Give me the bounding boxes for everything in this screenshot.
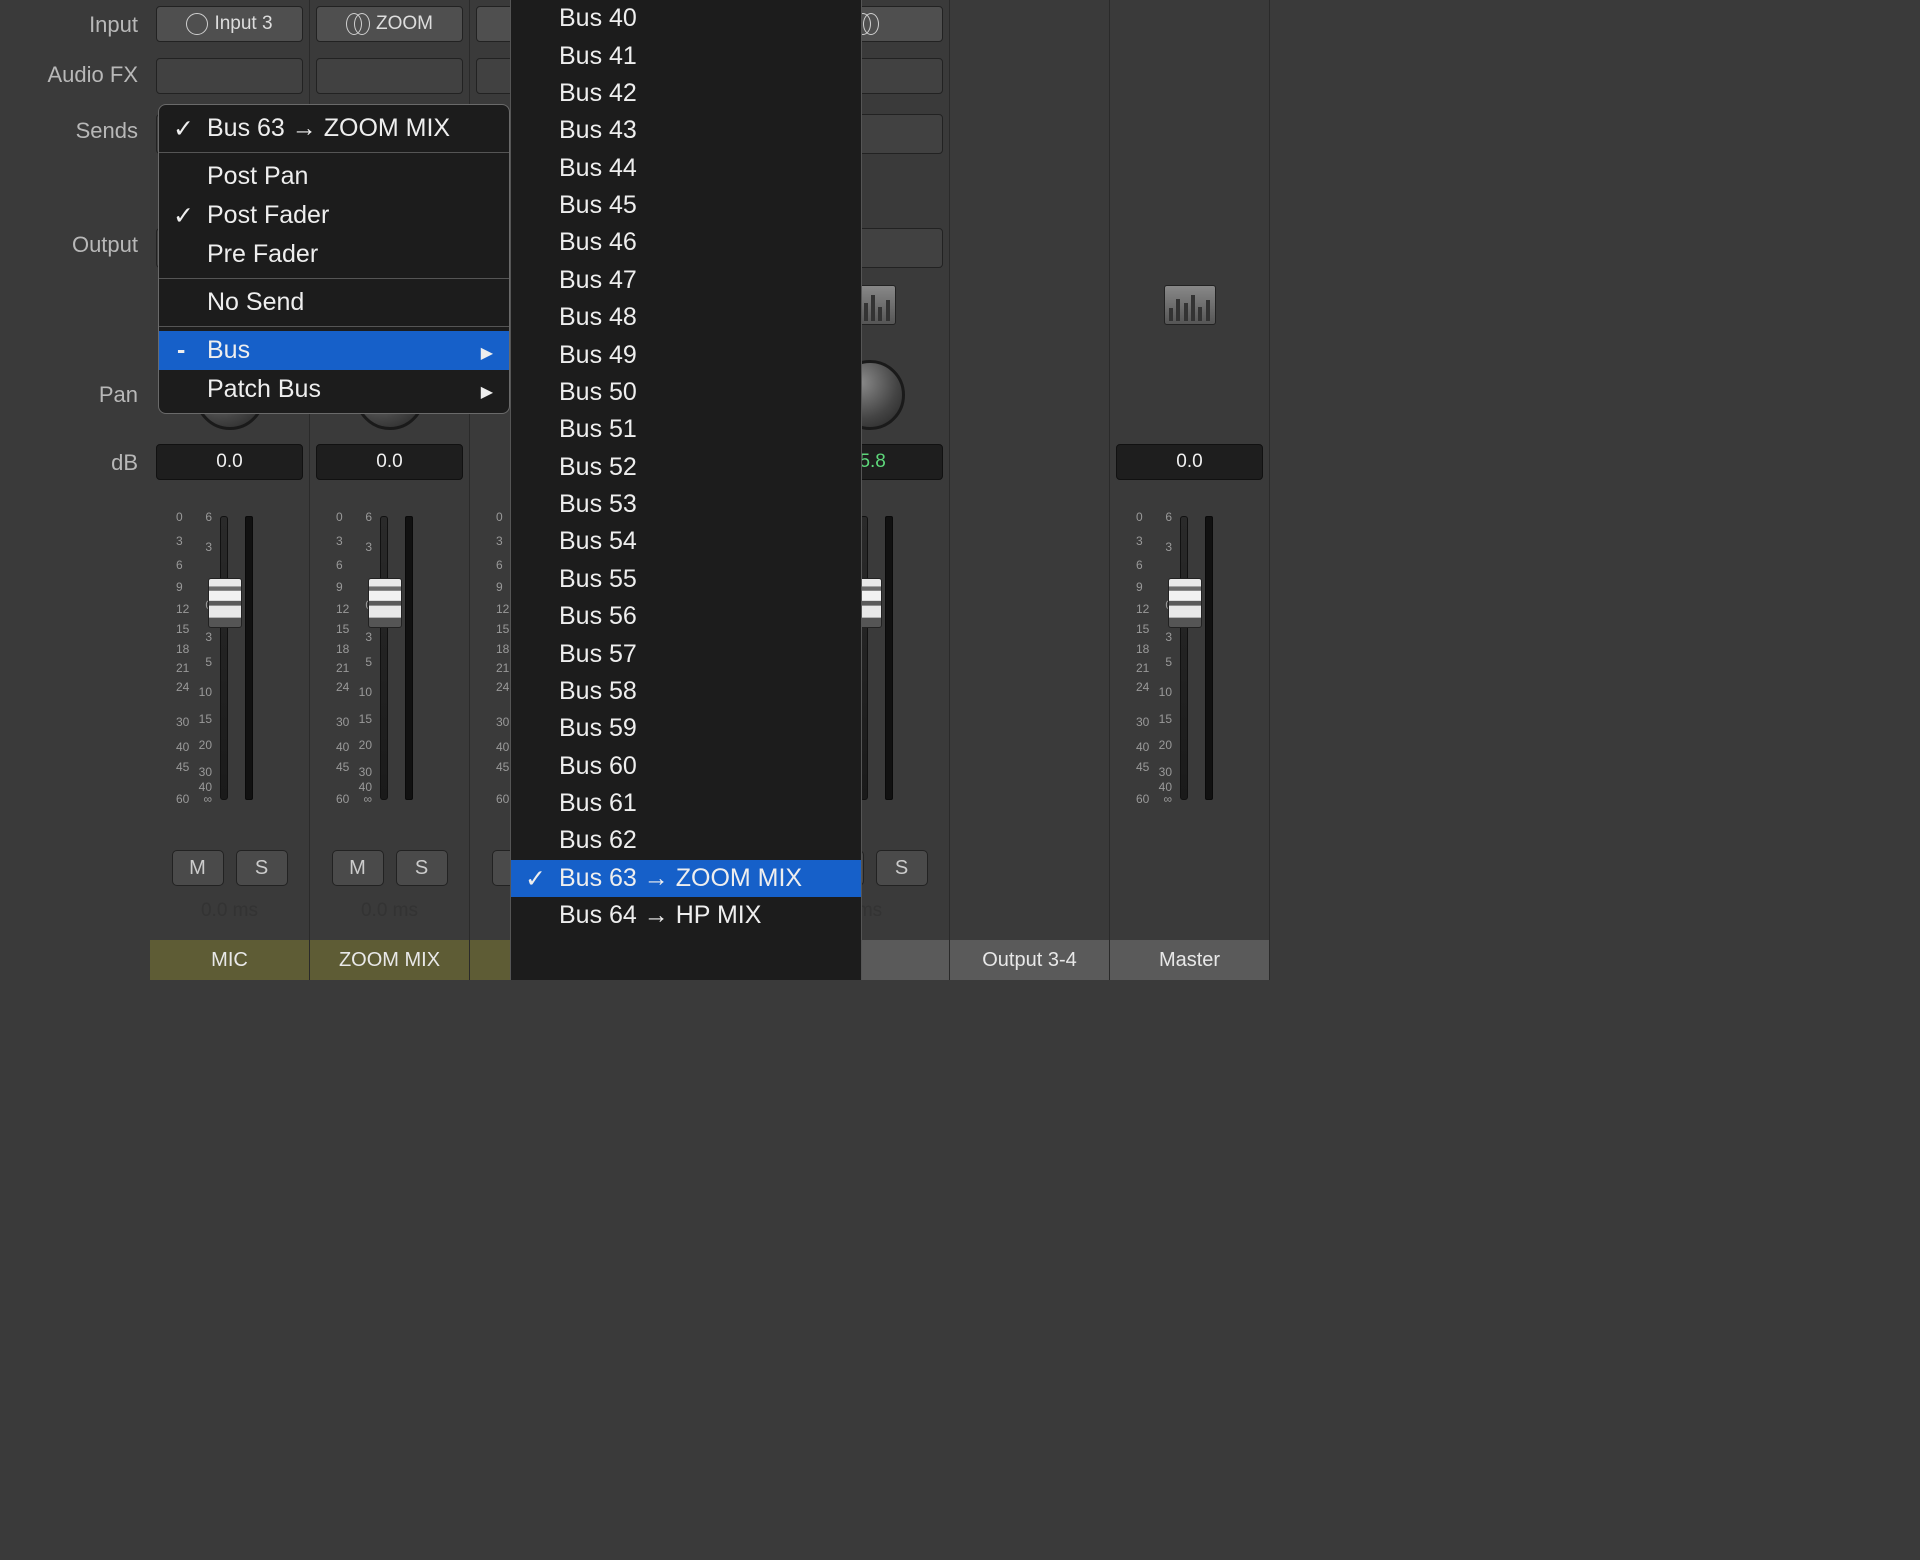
menu-separator [159, 326, 509, 327]
fader-area: 630351015203040∞0369121518212430404560 [150, 500, 309, 820]
fader-area: 630351015203040∞0369121518212430404560 [310, 500, 469, 820]
input-label: ZOOM [376, 13, 433, 35]
menu-separator [159, 152, 509, 153]
bus-menu-item[interactable]: Bus 64 → HP MIX [511, 897, 861, 934]
mute-button[interactable]: M [172, 850, 224, 886]
channel-name[interactable]: Master [1110, 940, 1269, 980]
solo-button[interactable]: S [236, 850, 288, 886]
mute-solo-row: MS [310, 850, 469, 886]
level-meter [1205, 516, 1213, 800]
bus-menu-item[interactable]: Bus 57 [511, 635, 861, 672]
fader-cap[interactable] [1168, 578, 1202, 628]
db-display[interactable]: 0.0 [1116, 444, 1263, 480]
bus-menu-item[interactable]: Bus 40 [511, 0, 861, 37]
delay-label: 0.0 ms [310, 900, 469, 922]
bus-menu-item[interactable]: Bus 41 [511, 37, 861, 74]
channel-strip: 0.0 630351015203040∞036912151821243040456… [1110, 0, 1270, 980]
bus-menu-item[interactable]: Bus 58 [511, 673, 861, 710]
channel-name[interactable]: MIC [150, 940, 309, 980]
bus-menu-item[interactable]: Bus 42 [511, 75, 861, 112]
level-meter [405, 516, 413, 800]
menu-item-post-fader[interactable]: Post Fader [159, 196, 509, 235]
menu-item-current-send[interactable]: Bus 63 → ZOOM MIX [159, 109, 509, 148]
menu-item-bus[interactable]: Bus [159, 331, 509, 370]
bus-menu-item[interactable]: Bus 55 [511, 561, 861, 598]
mute-button[interactable]: M [332, 850, 384, 886]
bus-menu-item[interactable]: Bus 46 [511, 224, 861, 261]
fader-track[interactable] [1180, 516, 1188, 800]
sends-context-menu[interactable]: Bus 63 → ZOOM MIX Post Pan Post Fader Pr… [158, 104, 510, 414]
level-meter [245, 516, 253, 800]
bus-menu-item[interactable]: Bus 61 [511, 785, 861, 822]
menu-item-post-pan[interactable]: Post Pan [159, 157, 509, 196]
bus-menu-item[interactable]: Bus 44 [511, 150, 861, 187]
menu-separator [159, 278, 509, 279]
fader-track[interactable] [220, 516, 228, 800]
bus-submenu[interactable]: Bus 40Bus 41Bus 42Bus 43Bus 44Bus 45Bus … [510, 0, 862, 980]
row-label-output: Output [72, 232, 138, 258]
bus-menu-item[interactable]: Bus 59 [511, 710, 861, 747]
row-label-db: dB [111, 450, 138, 476]
audiofx-slot[interactable] [156, 58, 303, 94]
fader-scale-right: 0369121518212430404560 [1136, 510, 1160, 800]
bus-menu-item[interactable]: Bus 49 [511, 336, 861, 373]
channel-strip: Output 3-4 [950, 0, 1110, 980]
input-slot[interactable]: ZOOM [316, 6, 463, 42]
row-label-pan: Pan [99, 382, 138, 408]
bus-menu-item[interactable]: Bus 54 [511, 523, 861, 560]
fader-cap[interactable] [208, 578, 242, 628]
bus-menu-item[interactable]: Bus 63 → ZOOM MIX [511, 860, 861, 897]
mono-icon [186, 13, 208, 35]
menu-item-no-send[interactable]: No Send [159, 283, 509, 322]
delay-label: 0.0 ms [150, 900, 309, 922]
fader-scale-right: 0369121518212430404560 [336, 510, 360, 800]
bus-menu-item[interactable]: Bus 53 [511, 486, 861, 523]
db-display[interactable]: 0.0 [316, 444, 463, 480]
channel-name[interactable]: ZOOM MIX [310, 940, 469, 980]
bus-menu-item[interactable]: Bus 47 [511, 262, 861, 299]
bus-menu-item[interactable]: Bus 43 [511, 112, 861, 149]
row-label-audiofx: Audio FX [48, 62, 139, 88]
menu-item-patch-bus[interactable]: Patch Bus [159, 370, 509, 409]
bus-menu-item[interactable]: Bus 62 [511, 822, 861, 859]
stereo-icon [346, 13, 370, 35]
solo-button[interactable]: S [396, 850, 448, 886]
fader-scale-right: 0369121518212430404560 [176, 510, 200, 800]
fader-cap[interactable] [368, 578, 402, 628]
bus-menu-item[interactable]: Bus 48 [511, 299, 861, 336]
bus-menu-item[interactable]: Bus 60 [511, 748, 861, 785]
menu-item-pre-fader[interactable]: Pre Fader [159, 235, 509, 274]
input-slot[interactable]: Input 3 [156, 6, 303, 42]
input-label: Input 3 [214, 13, 272, 35]
db-display[interactable]: 0.0 [156, 444, 303, 480]
audiofx-slot[interactable] [316, 58, 463, 94]
bus-menu-item[interactable]: Bus 45 [511, 187, 861, 224]
bus-menu-item[interactable]: Bus 52 [511, 449, 861, 486]
bus-menu-item[interactable]: Bus 56 [511, 598, 861, 635]
fader-track[interactable] [380, 516, 388, 800]
row-label-input: Input [89, 12, 138, 38]
mute-solo-row: MS [150, 850, 309, 886]
fader-area: 630351015203040∞0369121518212430404560 [1110, 500, 1269, 820]
mixer-icon [1164, 285, 1216, 325]
level-meter [885, 516, 893, 800]
solo-button[interactable]: S [876, 850, 928, 886]
bus-menu-item[interactable]: Bus 50 [511, 374, 861, 411]
channel-name[interactable]: Output 3-4 [950, 940, 1109, 980]
row-label-sends: Sends [76, 118, 138, 144]
bus-menu-item[interactable]: Bus 51 [511, 411, 861, 448]
